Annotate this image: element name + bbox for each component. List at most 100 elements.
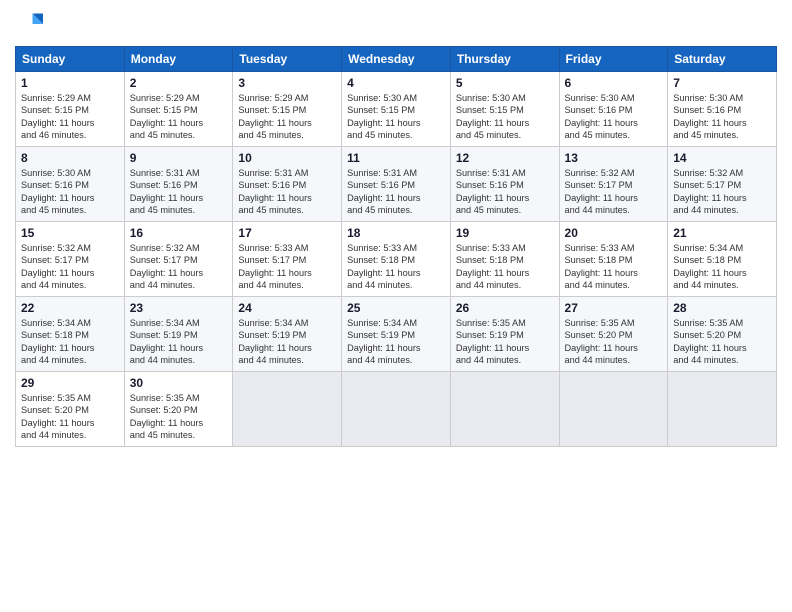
day-info: Sunrise: 5:34 AM Sunset: 5:18 PM Dayligh…: [673, 242, 771, 292]
calendar-cell: 19 Sunrise: 5:33 AM Sunset: 5:18 PM Dayli…: [450, 222, 559, 297]
day-number: 20: [565, 226, 663, 240]
calendar-cell: 3Sunrise: 5:29 AM Sunset: 5:15 PM Daylig…: [233, 72, 342, 147]
calendar-cell: 23 Sunrise: 5:34 AM Sunset: 5:19 PM Dayli…: [124, 297, 233, 372]
day-info: Sunrise: 5:35 AM Sunset: 5:20 PM Dayligh…: [21, 392, 119, 442]
day-info: Sunrise: 5:33 AM Sunset: 5:18 PM Dayligh…: [347, 242, 445, 292]
calendar-header-sunday: Sunday: [16, 47, 125, 72]
day-number: 14: [673, 151, 771, 165]
day-number: 28: [673, 301, 771, 315]
day-info: Sunrise: 5:32 AM Sunset: 5:17 PM Dayligh…: [565, 167, 663, 217]
calendar-table: SundayMondayTuesdayWednesdayThursdayFrid…: [15, 46, 777, 447]
day-info: Sunrise: 5:34 AM Sunset: 5:19 PM Dayligh…: [238, 317, 336, 367]
calendar-cell: 6 Sunrise: 5:30 AM Sunset: 5:16 PM Daylig…: [559, 72, 668, 147]
day-number: 27: [565, 301, 663, 315]
calendar-cell: 28 Sunrise: 5:35 AM Sunset: 5:20 PM Dayli…: [668, 297, 777, 372]
calendar-cell: 13 Sunrise: 5:32 AM Sunset: 5:17 PM Dayli…: [559, 147, 668, 222]
day-info: Sunrise: 5:32 AM Sunset: 5:17 PM Dayligh…: [673, 167, 771, 217]
day-number: 23: [130, 301, 228, 315]
day-info: Sunrise: 5:33 AM Sunset: 5:18 PM Dayligh…: [565, 242, 663, 292]
day-number: 16: [130, 226, 228, 240]
day-number: 7: [673, 76, 771, 90]
calendar-cell: 15 Sunrise: 5:32 AM Sunset: 5:17 PM Dayli…: [16, 222, 125, 297]
calendar-header-wednesday: Wednesday: [342, 47, 451, 72]
day-info: Sunrise: 5:33 AM Sunset: 5:18 PM Dayligh…: [456, 242, 554, 292]
calendar-cell: 11Sunrise: 5:31 AM Sunset: 5:16 PM Dayli…: [342, 147, 451, 222]
calendar-cell: 27 Sunrise: 5:35 AM Sunset: 5:20 PM Dayli…: [559, 297, 668, 372]
day-number: 5: [456, 76, 554, 90]
calendar-cell: 14 Sunrise: 5:32 AM Sunset: 5:17 PM Dayli…: [668, 147, 777, 222]
calendar-cell: 18 Sunrise: 5:33 AM Sunset: 5:18 PM Dayli…: [342, 222, 451, 297]
day-info: Sunrise: 5:33 AM Sunset: 5:17 PM Dayligh…: [238, 242, 336, 292]
day-info: Sunrise: 5:30 AM Sunset: 5:15 PM Dayligh…: [456, 92, 554, 142]
day-number: 15: [21, 226, 119, 240]
day-number: 22: [21, 301, 119, 315]
day-info: Sunrise: 5:35 AM Sunset: 5:19 PM Dayligh…: [456, 317, 554, 367]
day-number: 30: [130, 376, 228, 390]
day-number: 26: [456, 301, 554, 315]
day-number: 9: [130, 151, 228, 165]
day-info: Sunrise: 5:31 AM Sunset: 5:16 PM Dayligh…: [456, 167, 554, 217]
calendar-week-row: 29Sunrise: 5:35 AM Sunset: 5:20 PM Dayli…: [16, 372, 777, 447]
day-number: 2: [130, 76, 228, 90]
day-info: Sunrise: 5:30 AM Sunset: 5:16 PM Dayligh…: [673, 92, 771, 142]
calendar-cell: 1Sunrise: 5:29 AM Sunset: 5:15 PM Daylig…: [16, 72, 125, 147]
day-info: Sunrise: 5:30 AM Sunset: 5:15 PM Dayligh…: [347, 92, 445, 142]
calendar-cell: [668, 372, 777, 447]
calendar-cell: [559, 372, 668, 447]
logo-icon: [15, 10, 43, 38]
calendar-cell: [233, 372, 342, 447]
calendar-header-tuesday: Tuesday: [233, 47, 342, 72]
day-number: 13: [565, 151, 663, 165]
day-info: Sunrise: 5:35 AM Sunset: 5:20 PM Dayligh…: [673, 317, 771, 367]
calendar-cell: 20 Sunrise: 5:33 AM Sunset: 5:18 PM Dayli…: [559, 222, 668, 297]
day-info: Sunrise: 5:34 AM Sunset: 5:19 PM Dayligh…: [130, 317, 228, 367]
day-info: Sunrise: 5:32 AM Sunset: 5:17 PM Dayligh…: [21, 242, 119, 292]
day-number: 10: [238, 151, 336, 165]
logo: [15, 10, 47, 38]
calendar-cell: [450, 372, 559, 447]
calendar-week-row: 22 Sunrise: 5:34 AM Sunset: 5:18 PM Dayli…: [16, 297, 777, 372]
header: [15, 10, 777, 38]
day-info: Sunrise: 5:29 AM Sunset: 5:15 PM Dayligh…: [130, 92, 228, 142]
day-info: Sunrise: 5:34 AM Sunset: 5:18 PM Dayligh…: [21, 317, 119, 367]
calendar-cell: 22 Sunrise: 5:34 AM Sunset: 5:18 PM Dayli…: [16, 297, 125, 372]
calendar-cell: 9 Sunrise: 5:31 AM Sunset: 5:16 PM Daylig…: [124, 147, 233, 222]
day-info: Sunrise: 5:31 AM Sunset: 5:16 PM Dayligh…: [238, 167, 336, 217]
calendar-header-friday: Friday: [559, 47, 668, 72]
day-info: Sunrise: 5:30 AM Sunset: 5:16 PM Dayligh…: [21, 167, 119, 217]
calendar-header-thursday: Thursday: [450, 47, 559, 72]
calendar-cell: 26 Sunrise: 5:35 AM Sunset: 5:19 PM Dayli…: [450, 297, 559, 372]
calendar-cell: 17 Sunrise: 5:33 AM Sunset: 5:17 PM Dayli…: [233, 222, 342, 297]
calendar-cell: 29Sunrise: 5:35 AM Sunset: 5:20 PM Dayli…: [16, 372, 125, 447]
calendar-header-saturday: Saturday: [668, 47, 777, 72]
day-info: Sunrise: 5:31 AM Sunset: 5:16 PM Dayligh…: [130, 167, 228, 217]
day-info: Sunrise: 5:32 AM Sunset: 5:17 PM Dayligh…: [130, 242, 228, 292]
day-number: 6: [565, 76, 663, 90]
calendar-cell: 10 Sunrise: 5:31 AM Sunset: 5:16 PM Dayli…: [233, 147, 342, 222]
day-number: 1: [21, 76, 119, 90]
calendar-cell: 5 Sunrise: 5:30 AM Sunset: 5:15 PM Daylig…: [450, 72, 559, 147]
day-number: 24: [238, 301, 336, 315]
calendar-cell: 24 Sunrise: 5:34 AM Sunset: 5:19 PM Dayli…: [233, 297, 342, 372]
day-number: 18: [347, 226, 445, 240]
day-number: 4: [347, 76, 445, 90]
calendar-cell: [342, 372, 451, 447]
calendar-cell: 16 Sunrise: 5:32 AM Sunset: 5:17 PM Dayli…: [124, 222, 233, 297]
calendar-week-row: 1 Sunrise: 5:29 AM Sunset: 5:15 PM Daylig…: [16, 72, 777, 147]
day-number: 8: [21, 151, 119, 165]
day-number: 21: [673, 226, 771, 240]
day-number: 17: [238, 226, 336, 240]
calendar-cell: 2 Sunrise: 5:29 AM Sunset: 5:15 PM Daylig…: [124, 72, 233, 147]
day-number: 11: [347, 151, 445, 165]
day-info: Sunrise: 5:35 AM Sunset: 5:20 PM Dayligh…: [565, 317, 663, 367]
day-info: Sunrise: 5:29 AM Sunset: 5:15 PM Dayligh…: [238, 92, 336, 142]
day-info: Sunrise: 5:34 AM Sunset: 5:19 PM Dayligh…: [347, 317, 445, 367]
calendar-page: SundayMondayTuesdayWednesdayThursdayFrid…: [0, 0, 792, 612]
day-number: 19: [456, 226, 554, 240]
calendar-cell: 8 Sunrise: 5:30 AM Sunset: 5:16 PM Daylig…: [16, 147, 125, 222]
day-number: 12: [456, 151, 554, 165]
calendar-week-row: 8 Sunrise: 5:30 AM Sunset: 5:16 PM Daylig…: [16, 147, 777, 222]
day-info: Sunrise: 5:30 AM Sunset: 5:16 PM Dayligh…: [565, 92, 663, 142]
calendar-cell: 12 Sunrise: 5:31 AM Sunset: 5:16 PM Dayli…: [450, 147, 559, 222]
day-info: Sunrise: 5:35 AM Sunset: 5:20 PM Dayligh…: [130, 392, 228, 442]
